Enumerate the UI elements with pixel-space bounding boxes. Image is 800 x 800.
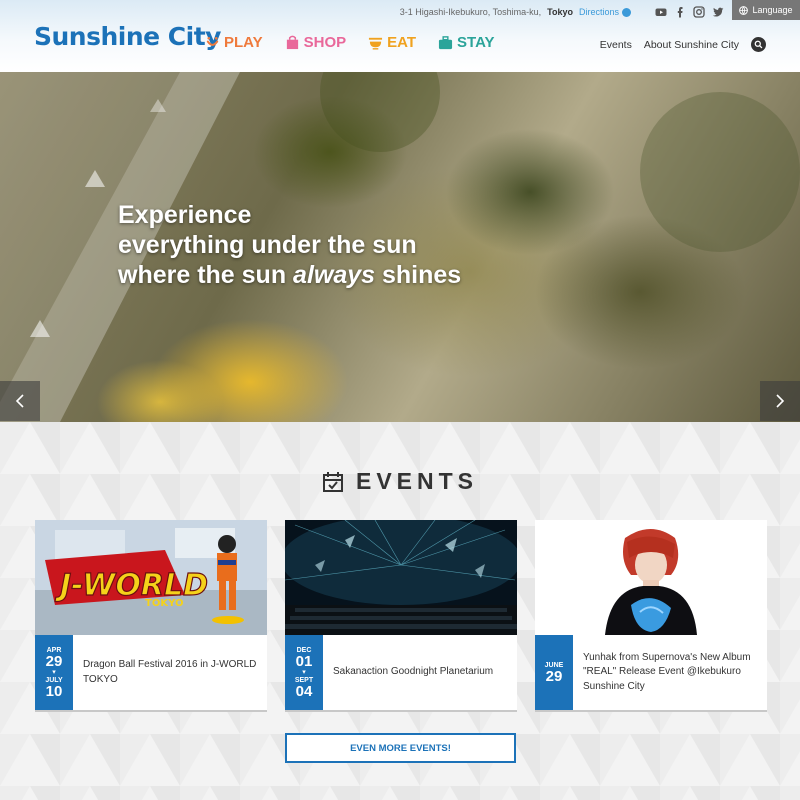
hero-line-3: where the sun always shines <box>118 260 461 290</box>
language-label: Language <box>752 5 793 15</box>
facebook-icon[interactable] <box>674 6 686 18</box>
start-day: 01 <box>295 652 313 670</box>
about-link[interactable]: About Sunshine City <box>644 39 739 51</box>
hero-tagline: Experience everything under the sun wher… <box>118 200 461 290</box>
event-title: Yunhak from Supernova's New Album "REAL"… <box>583 651 751 692</box>
event-title: Sakanaction Goodnight Planetarium <box>333 666 494 678</box>
suitcase-icon <box>438 36 453 50</box>
calendar-check-icon <box>322 471 343 492</box>
language-button[interactable]: Language <box>732 0 800 20</box>
main-nav: PLAY SHOP EAT STAY <box>205 34 495 51</box>
event-date-badge: JUNE 29 <box>535 635 573 710</box>
navigation-arrow-icon <box>622 7 631 17</box>
hero-line-3-emphasis: always <box>293 261 376 289</box>
more-events-button[interactable]: EVEN MORE EVENTS! <box>285 733 516 763</box>
nav-eat-label: EAT <box>387 34 417 51</box>
events-title: EVENTS <box>355 468 479 494</box>
directions-link[interactable]: Directions <box>579 7 631 17</box>
date-separator: ▾ <box>302 668 306 676</box>
address-city: Tokyo <box>547 7 573 17</box>
event-image <box>535 520 767 635</box>
end-day: 04 <box>295 682 313 700</box>
start-day: 29 <box>45 652 63 670</box>
secondary-nav: Events About Sunshine City <box>600 37 766 52</box>
event-date-badge: APR 29 ▾ JULY 10 <box>35 635 73 710</box>
carousel-prev-button[interactable] <box>0 381 40 421</box>
carousel-next-button[interactable] <box>760 381 800 421</box>
social-links <box>655 6 724 18</box>
events-link[interactable]: Events <box>600 39 632 51</box>
nav-play-label: PLAY <box>224 34 263 51</box>
nav-shop-label: SHOP <box>303 34 347 51</box>
chevron-left-icon <box>15 394 24 408</box>
event-date-badge: DEC 01 ▾ SEPT 04 <box>285 635 323 710</box>
end-day: 10 <box>45 682 63 700</box>
nav-stay[interactable]: STAY <box>438 34 495 51</box>
event-image: J-WORLD TOKYO <box>35 520 267 635</box>
hero-banner: Experience everything under the sun wher… <box>0 72 800 422</box>
youtube-icon[interactable] <box>655 6 667 18</box>
instagram-icon[interactable] <box>693 6 705 18</box>
search-button[interactable] <box>751 37 766 52</box>
event-image <box>285 520 517 635</box>
nav-stay-label: STAY <box>457 34 495 51</box>
nav-eat[interactable]: EAT <box>368 34 416 51</box>
date-separator: ▾ <box>52 668 56 676</box>
start-day: 29 <box>545 667 563 685</box>
event-card[interactable]: DEC 01 ▾ SEPT 04 Sakanaction Goodnight P… <box>285 520 517 710</box>
chevron-right-icon <box>776 394 785 408</box>
globe-icon <box>739 5 749 15</box>
nav-play[interactable]: PLAY <box>205 34 263 51</box>
event-card[interactable]: JUNE 29 Yunhak from Supernova's New Albu… <box>535 520 767 710</box>
hero-line-3-pre: where the sun <box>118 261 294 289</box>
site-header: Sunshine City PLAY SHOP EAT STAY 3-1 Hig… <box>0 0 800 72</box>
hero-line-2: everything under the sun <box>118 231 417 259</box>
event-card[interactable]: J-WORLD TOKYO APR 29 ▾ JULY 10 Dragon Ba… <box>35 520 267 710</box>
smile-icon <box>206 36 219 46</box>
nav-shop[interactable]: SHOP <box>285 34 347 51</box>
jworld-logo-text: J-WORLD <box>55 568 208 603</box>
search-icon <box>754 40 763 49</box>
bowl-icon <box>369 37 383 50</box>
hero-line-1: Experience <box>118 201 252 229</box>
twitter-icon[interactable] <box>712 6 724 18</box>
jworld-tokyo-text: TOKYO <box>145 598 183 609</box>
event-title: Dragon Ball Festival 2016 in J-WORLD TOK… <box>83 659 257 685</box>
address-bar: 3-1 Higashi-Ikebukuro, Toshima-ku, Tokyo… <box>400 6 724 18</box>
hero-line-3-post: shines <box>375 261 462 289</box>
directions-label: Directions <box>578 7 619 17</box>
site-logo[interactable]: Sunshine City <box>34 22 221 51</box>
address-text: 3-1 Higashi-Ikebukuro, Toshima-ku, <box>399 7 542 17</box>
shopping-bag-icon <box>286 35 298 50</box>
events-heading: EVENTS <box>0 468 800 495</box>
